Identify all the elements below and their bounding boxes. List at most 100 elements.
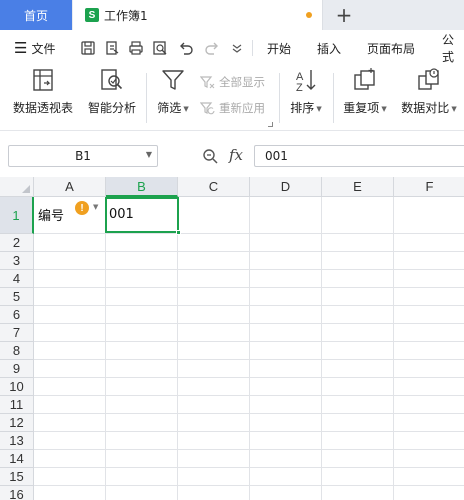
cell-f2[interactable] bbox=[394, 234, 464, 252]
redo-icon[interactable] bbox=[204, 40, 220, 56]
cell-e15[interactable] bbox=[322, 468, 394, 486]
column-header-c[interactable]: C bbox=[178, 177, 250, 197]
undo-icon[interactable] bbox=[178, 40, 194, 56]
cell-c15[interactable] bbox=[178, 468, 250, 486]
cell-a16[interactable] bbox=[34, 486, 106, 500]
fill-handle[interactable] bbox=[176, 230, 181, 235]
print-icon[interactable] bbox=[128, 40, 144, 56]
cell-f6[interactable] bbox=[394, 306, 464, 324]
cell-a6[interactable] bbox=[34, 306, 106, 324]
row-header-15[interactable]: 15 bbox=[0, 468, 34, 486]
row-header-16[interactable]: 16 bbox=[0, 486, 34, 500]
filter-button[interactable]: 筛选 ▼ bbox=[155, 67, 191, 116]
ribbon-group-expand-icon[interactable] bbox=[268, 122, 273, 127]
cell-d2[interactable] bbox=[250, 234, 322, 252]
column-header-b[interactable]: B bbox=[106, 177, 178, 197]
cell-f11[interactable] bbox=[394, 396, 464, 414]
cell-b2[interactable] bbox=[106, 234, 178, 252]
tab-workbook[interactable]: S 工作簿1 bbox=[73, 0, 323, 30]
cell-a11[interactable] bbox=[34, 396, 106, 414]
cell-b8[interactable] bbox=[106, 342, 178, 360]
zoom-icon[interactable] bbox=[202, 148, 218, 164]
cell-e12[interactable] bbox=[322, 414, 394, 432]
cell-b5[interactable] bbox=[106, 288, 178, 306]
column-header-d[interactable]: D bbox=[250, 177, 322, 197]
cell-a13[interactable] bbox=[34, 432, 106, 450]
cell-d15[interactable] bbox=[250, 468, 322, 486]
cell-f7[interactable] bbox=[394, 324, 464, 342]
show-all-button[interactable]: 全部显示 bbox=[200, 74, 265, 90]
row-header-10[interactable]: 10 bbox=[0, 378, 34, 396]
save-icon[interactable] bbox=[80, 40, 96, 56]
cell-d8[interactable] bbox=[250, 342, 322, 360]
row-header-11[interactable]: 11 bbox=[0, 396, 34, 414]
cell-f8[interactable] bbox=[394, 342, 464, 360]
cell-c13[interactable] bbox=[178, 432, 250, 450]
cell-b13[interactable] bbox=[106, 432, 178, 450]
cell-d3[interactable] bbox=[250, 252, 322, 270]
cell-b12[interactable] bbox=[106, 414, 178, 432]
menu-item-formulas[interactable]: 公式 bbox=[442, 31, 464, 65]
cell-f14[interactable] bbox=[394, 450, 464, 468]
row-header-4[interactable]: 4 bbox=[0, 270, 34, 288]
cell-e6[interactable] bbox=[322, 306, 394, 324]
row-header-12[interactable]: 12 bbox=[0, 414, 34, 432]
row-header-5[interactable]: 5 bbox=[0, 288, 34, 306]
cell-e1[interactable] bbox=[322, 197, 394, 234]
smart-analysis-button[interactable]: 智能分析 bbox=[86, 67, 138, 116]
cell-c5[interactable] bbox=[178, 288, 250, 306]
cell-a10[interactable] bbox=[34, 378, 106, 396]
row-header-7[interactable]: 7 bbox=[0, 324, 34, 342]
cell-d14[interactable] bbox=[250, 450, 322, 468]
error-warning-icon[interactable]: ! bbox=[75, 201, 89, 215]
row-header-6[interactable]: 6 bbox=[0, 306, 34, 324]
customize-toolbar-icon[interactable] bbox=[232, 43, 242, 53]
cell-e14[interactable] bbox=[322, 450, 394, 468]
menu-item-insert[interactable]: 插入 bbox=[317, 31, 341, 65]
row-header-3[interactable]: 3 bbox=[0, 252, 34, 270]
column-header-f[interactable]: F bbox=[394, 177, 464, 197]
sort-button[interactable]: A Z 排序 ▼ bbox=[287, 67, 325, 116]
cell-d1[interactable] bbox=[250, 197, 322, 234]
duplicates-button[interactable]: 重复项 ▼ bbox=[340, 67, 390, 116]
cell-c7[interactable] bbox=[178, 324, 250, 342]
cell-e3[interactable] bbox=[322, 252, 394, 270]
cell-c12[interactable] bbox=[178, 414, 250, 432]
cell-a5[interactable] bbox=[34, 288, 106, 306]
cell-b6[interactable] bbox=[106, 306, 178, 324]
row-header-2[interactable]: 2 bbox=[0, 234, 34, 252]
cell-a8[interactable] bbox=[34, 342, 106, 360]
cell-c11[interactable] bbox=[178, 396, 250, 414]
cell-f13[interactable] bbox=[394, 432, 464, 450]
cell-d5[interactable] bbox=[250, 288, 322, 306]
select-all-corner[interactable] bbox=[0, 177, 34, 197]
cell-a15[interactable] bbox=[34, 468, 106, 486]
cell-f4[interactable] bbox=[394, 270, 464, 288]
cell-b3[interactable] bbox=[106, 252, 178, 270]
spreadsheet-grid[interactable]: A B C D E F 1 2 3 4 5 6 7 8 9 10 11 12 13 14 15 16 编号! ▼ 001 bbox=[0, 177, 464, 500]
file-menu-button[interactable]: ☰ 文件 bbox=[14, 31, 55, 65]
cell-f12[interactable] bbox=[394, 414, 464, 432]
cell-c10[interactable] bbox=[178, 378, 250, 396]
cell-c6[interactable] bbox=[178, 306, 250, 324]
row-header-8[interactable]: 8 bbox=[0, 342, 34, 360]
cell-d11[interactable] bbox=[250, 396, 322, 414]
pivot-table-button[interactable]: 数据透视表 bbox=[12, 67, 74, 116]
cell-b9[interactable] bbox=[106, 360, 178, 378]
cell-d4[interactable] bbox=[250, 270, 322, 288]
row-header-9[interactable]: 9 bbox=[0, 360, 34, 378]
row-header-13[interactable]: 13 bbox=[0, 432, 34, 450]
insert-function-button[interactable]: fx bbox=[229, 146, 243, 164]
cell-f10[interactable] bbox=[394, 378, 464, 396]
data-compare-button[interactable]: 数据对比 ▼ bbox=[398, 67, 460, 116]
cell-b10[interactable] bbox=[106, 378, 178, 396]
cell-f15[interactable] bbox=[394, 468, 464, 486]
cell-a2[interactable] bbox=[34, 234, 106, 252]
cell-d13[interactable] bbox=[250, 432, 322, 450]
row-header-1[interactable]: 1 bbox=[0, 197, 34, 234]
cell-c1[interactable] bbox=[178, 197, 250, 234]
warning-dropdown-icon[interactable]: ▼ bbox=[93, 203, 98, 211]
cell-c8[interactable] bbox=[178, 342, 250, 360]
print-preview-icon[interactable] bbox=[152, 40, 168, 56]
reapply-button[interactable]: 重新应用 bbox=[200, 100, 265, 116]
